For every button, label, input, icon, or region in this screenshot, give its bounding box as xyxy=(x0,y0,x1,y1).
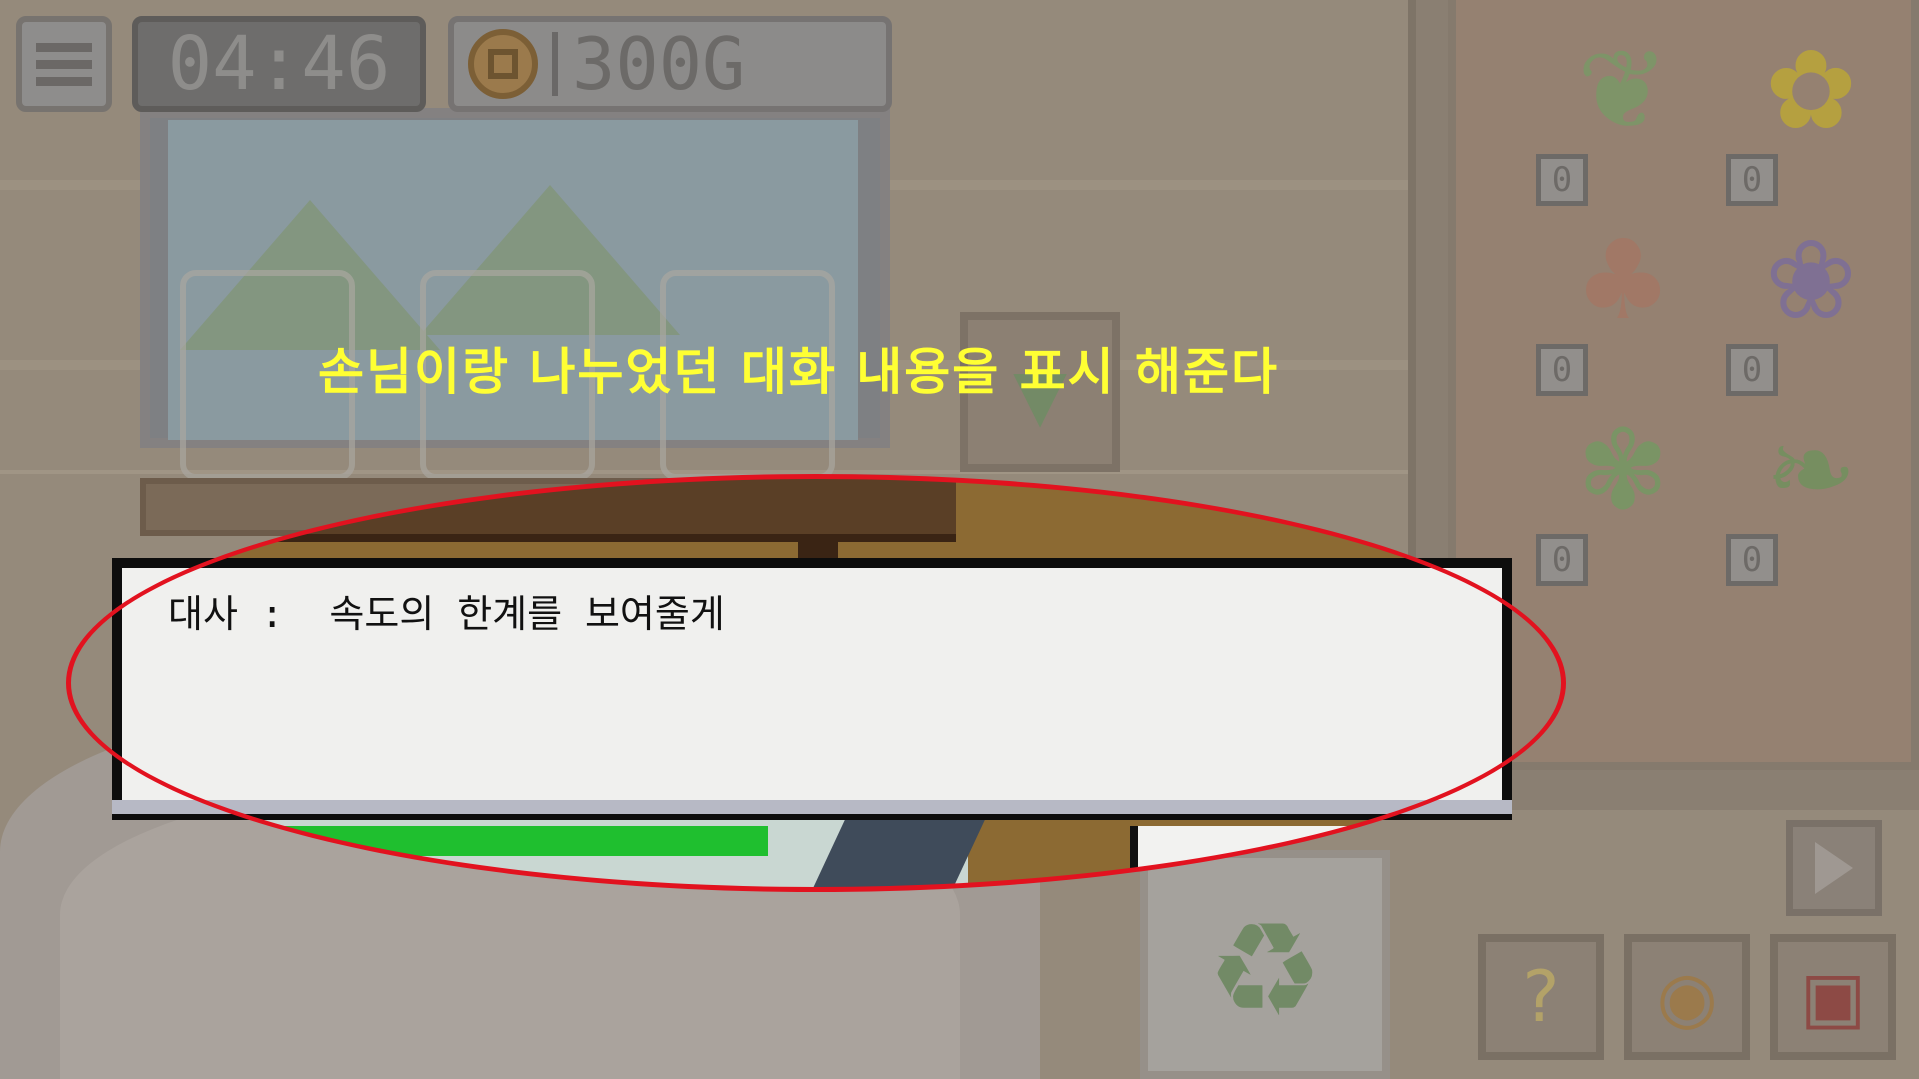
divider xyxy=(552,32,558,96)
item-count: 0 xyxy=(1536,344,1588,396)
play-icon xyxy=(1815,842,1853,894)
book-icon: ▣ xyxy=(1799,956,1867,1038)
menu-bar xyxy=(36,42,92,52)
highlight-ring xyxy=(66,474,1566,892)
flower-yellow-icon[interactable]: ✿ xyxy=(1736,20,1886,160)
timer-display: 04:46 xyxy=(132,16,426,112)
gold-display: 300G xyxy=(448,16,892,112)
berry-branch-icon[interactable]: ❧ xyxy=(1736,400,1886,540)
item-count: 0 xyxy=(1726,534,1778,586)
lightbulb-icon: ? xyxy=(1522,956,1560,1038)
menu-bar xyxy=(36,76,92,86)
hint-button[interactable]: ? xyxy=(1478,934,1604,1060)
shop-button[interactable]: ◉ xyxy=(1624,934,1750,1060)
herb-green-icon[interactable]: ❦ xyxy=(1548,20,1698,160)
item-count: 0 xyxy=(1536,154,1588,206)
gold-amount: 300G xyxy=(572,22,746,106)
play-button[interactable] xyxy=(1786,820,1882,916)
mushroom-icon[interactable]: ♣ xyxy=(1548,210,1698,350)
aloe-icon[interactable]: ✾ xyxy=(1548,400,1698,540)
coin-icon: ◉ xyxy=(1656,956,1718,1038)
menu-bar xyxy=(36,59,92,69)
flower-purple-icon[interactable]: ❀ xyxy=(1736,210,1886,350)
tutorial-caption: 손님이랑 나누었던 대화 내용을 표시 해준다 xyxy=(318,343,1280,401)
recycle-icon: ♻ xyxy=(1206,894,1324,1046)
recipe-book-button[interactable]: ▣ xyxy=(1770,934,1896,1060)
menu-button[interactable] xyxy=(16,16,112,112)
item-count: 0 xyxy=(1726,344,1778,396)
coin-icon xyxy=(468,29,538,99)
item-count: 0 xyxy=(1726,154,1778,206)
